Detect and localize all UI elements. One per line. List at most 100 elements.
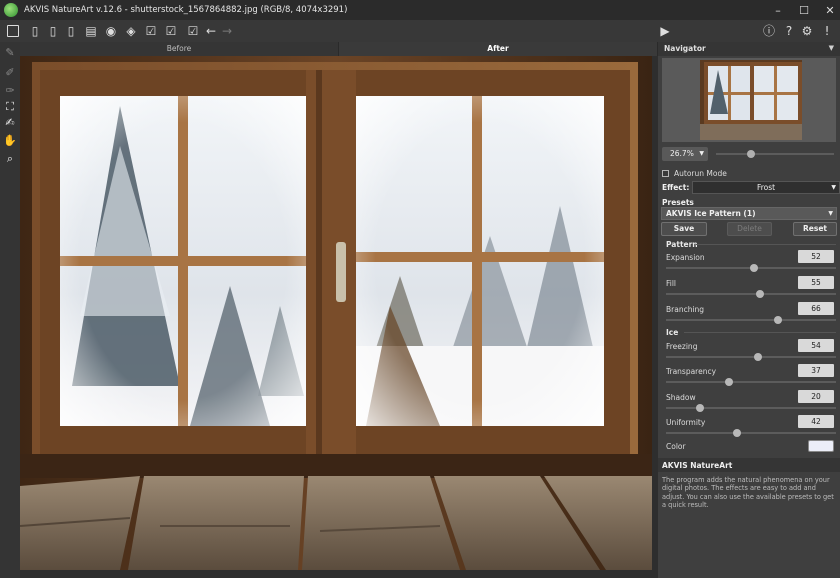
param-slider-track[interactable] [666,381,836,383]
param-expansion: Expansion 52 [662,250,836,274]
chevron-down-icon: ▼ [831,184,836,191]
zoom-icon[interactable]: ⌕ [3,152,17,166]
effect-row: Effect: Frost ▼ [662,181,840,194]
batch-icon[interactable]: ◉ [104,24,118,38]
preset-value: AKVIS Ice Pattern (1) [666,209,756,218]
photo-window-frost [20,56,652,570]
app-logo-icon [4,3,18,17]
crop-icon[interactable]: ⛶ [3,100,17,114]
param-slider-handle[interactable] [750,264,759,272]
param-slider-track[interactable] [666,293,836,295]
help-header: AKVIS NatureArt [658,458,840,472]
navigator-thumbnail [662,58,836,142]
zoom-slider-handle[interactable] [747,150,756,158]
view-tabs: Before After [20,42,658,56]
param-slider-handle[interactable] [753,353,762,361]
notification-icon[interactable]: ! [820,24,834,38]
param-value-field[interactable]: 54 [798,339,834,352]
param-value-field[interactable]: 66 [798,302,834,315]
param-value-field[interactable]: 20 [798,390,834,403]
save-preset-button[interactable]: Save [661,222,707,236]
param-slider-track[interactable] [666,319,836,321]
open-file-icon[interactable]: ▯ [28,24,42,38]
image-canvas[interactable] [20,56,652,570]
collapse-icon[interactable]: ▼ [829,44,834,52]
param-slider-handle[interactable] [724,378,733,386]
tool-panel: ✎ ✐ ✑ ⛶ ✍ ✋ ⌕ [0,42,20,578]
preset-select[interactable]: AKVIS Ice Pattern (1) ▼ [661,207,837,220]
navigator-header: Navigator ▼ [658,42,840,56]
home-icon[interactable] [6,24,20,38]
print-icon[interactable]: ▤ [84,24,98,38]
param-value-field[interactable]: 55 [798,276,834,289]
pattern-divider [696,244,836,245]
tab-after[interactable]: After [339,42,658,56]
autorun-option[interactable]: Autorun Mode [662,168,727,178]
param-label: Uniformity [666,418,706,427]
hand-icon[interactable]: ✋ [3,134,17,148]
param-label: Transparency [666,367,717,376]
ice-divider [684,332,836,333]
zoom-slider-track[interactable] [716,153,834,155]
settings-brush-icon[interactable]: ☑ [186,24,200,38]
tab-before[interactable]: Before [20,42,339,56]
param-shadow: Shadow 20 [662,390,836,414]
info-icon[interactable]: ⓘ [762,24,776,38]
param-slider-handle[interactable] [733,429,742,437]
help-text: The program adds the natural phenomena o… [662,476,834,510]
eraser-icon[interactable]: ✐ [3,66,17,80]
param-label: Branching [666,305,705,314]
share-icon[interactable]: ◈ [124,24,138,38]
maximize-icon[interactable]: ☐ [798,4,810,17]
window-title: AKVIS NatureArt v.12.6 - shutterstock_15… [24,5,348,15]
close-icon[interactable]: ✕ [824,4,836,17]
help-title: AKVIS NatureArt [662,461,733,470]
param-slider-handle[interactable] [755,290,764,298]
delete-preset-button[interactable]: Delete [727,222,772,236]
effect-select[interactable]: Frost ▼ [692,181,840,194]
minimize-icon[interactable]: – [772,4,784,17]
param-label: Shadow [666,393,696,402]
ice-group-label: Ice [666,328,679,337]
param-value-field[interactable]: 37 [798,364,834,377]
undo-icon[interactable]: ← [204,24,218,38]
title-bar: AKVIS NatureArt v.12.6 - shutterstock_15… [0,0,840,20]
chevron-down-icon: ▼ [699,150,704,157]
param-slider-handle[interactable] [696,404,704,412]
param-slider-track[interactable] [666,356,836,358]
gear-icon[interactable]: ⚙ [800,24,814,38]
reset-preset-button[interactable]: Reset [793,222,837,236]
horizontal-scrollbar[interactable] [20,570,658,578]
color-swatch[interactable] [808,440,834,452]
chevron-down-icon: ▼ [828,210,833,217]
param-value-field[interactable]: 52 [798,250,834,263]
param-slider-track[interactable] [666,407,836,409]
help-icon[interactable]: ? [782,24,796,38]
apply-icon[interactable]: ☑ [164,24,178,38]
export-icon[interactable]: ▯ [64,24,78,38]
param-transparency: Transparency 37 [662,364,836,388]
color-label: Color [666,442,686,451]
param-label: Freezing [666,342,698,351]
param-value-field[interactable]: 42 [798,415,834,428]
brush-icon[interactable]: ✎ [3,46,17,60]
presets-label: Presets [662,198,694,207]
run-icon[interactable]: ▶ [658,24,672,38]
autorun-checkbox[interactable] [662,169,669,177]
save-file-icon[interactable]: ▯ [46,24,60,38]
param-slider-track[interactable] [666,432,836,434]
pattern-group-label: Pattern [666,240,698,249]
zoom-value: 26.7% [670,149,694,158]
param-uniformity: Uniformity 42 [662,415,836,439]
history-brush-icon[interactable]: ✑ [3,84,17,98]
zoom-select[interactable]: 26.7% ▼ [662,147,708,161]
before-after-icon[interactable]: ☑ [144,24,158,38]
frost-brush-icon[interactable]: ✍ [3,116,17,130]
redo-icon[interactable]: → [220,24,234,38]
param-slider-handle[interactable] [774,316,783,324]
navigator-preview[interactable] [662,58,836,142]
param-branching: Branching 66 [662,302,836,326]
param-freezing: Freezing 54 [662,339,836,363]
settings-panel: Navigator ▼ 26.7% ▼ Autorun Mode Effect: … [658,42,840,578]
window-controls: – ☐ ✕ [772,0,836,20]
